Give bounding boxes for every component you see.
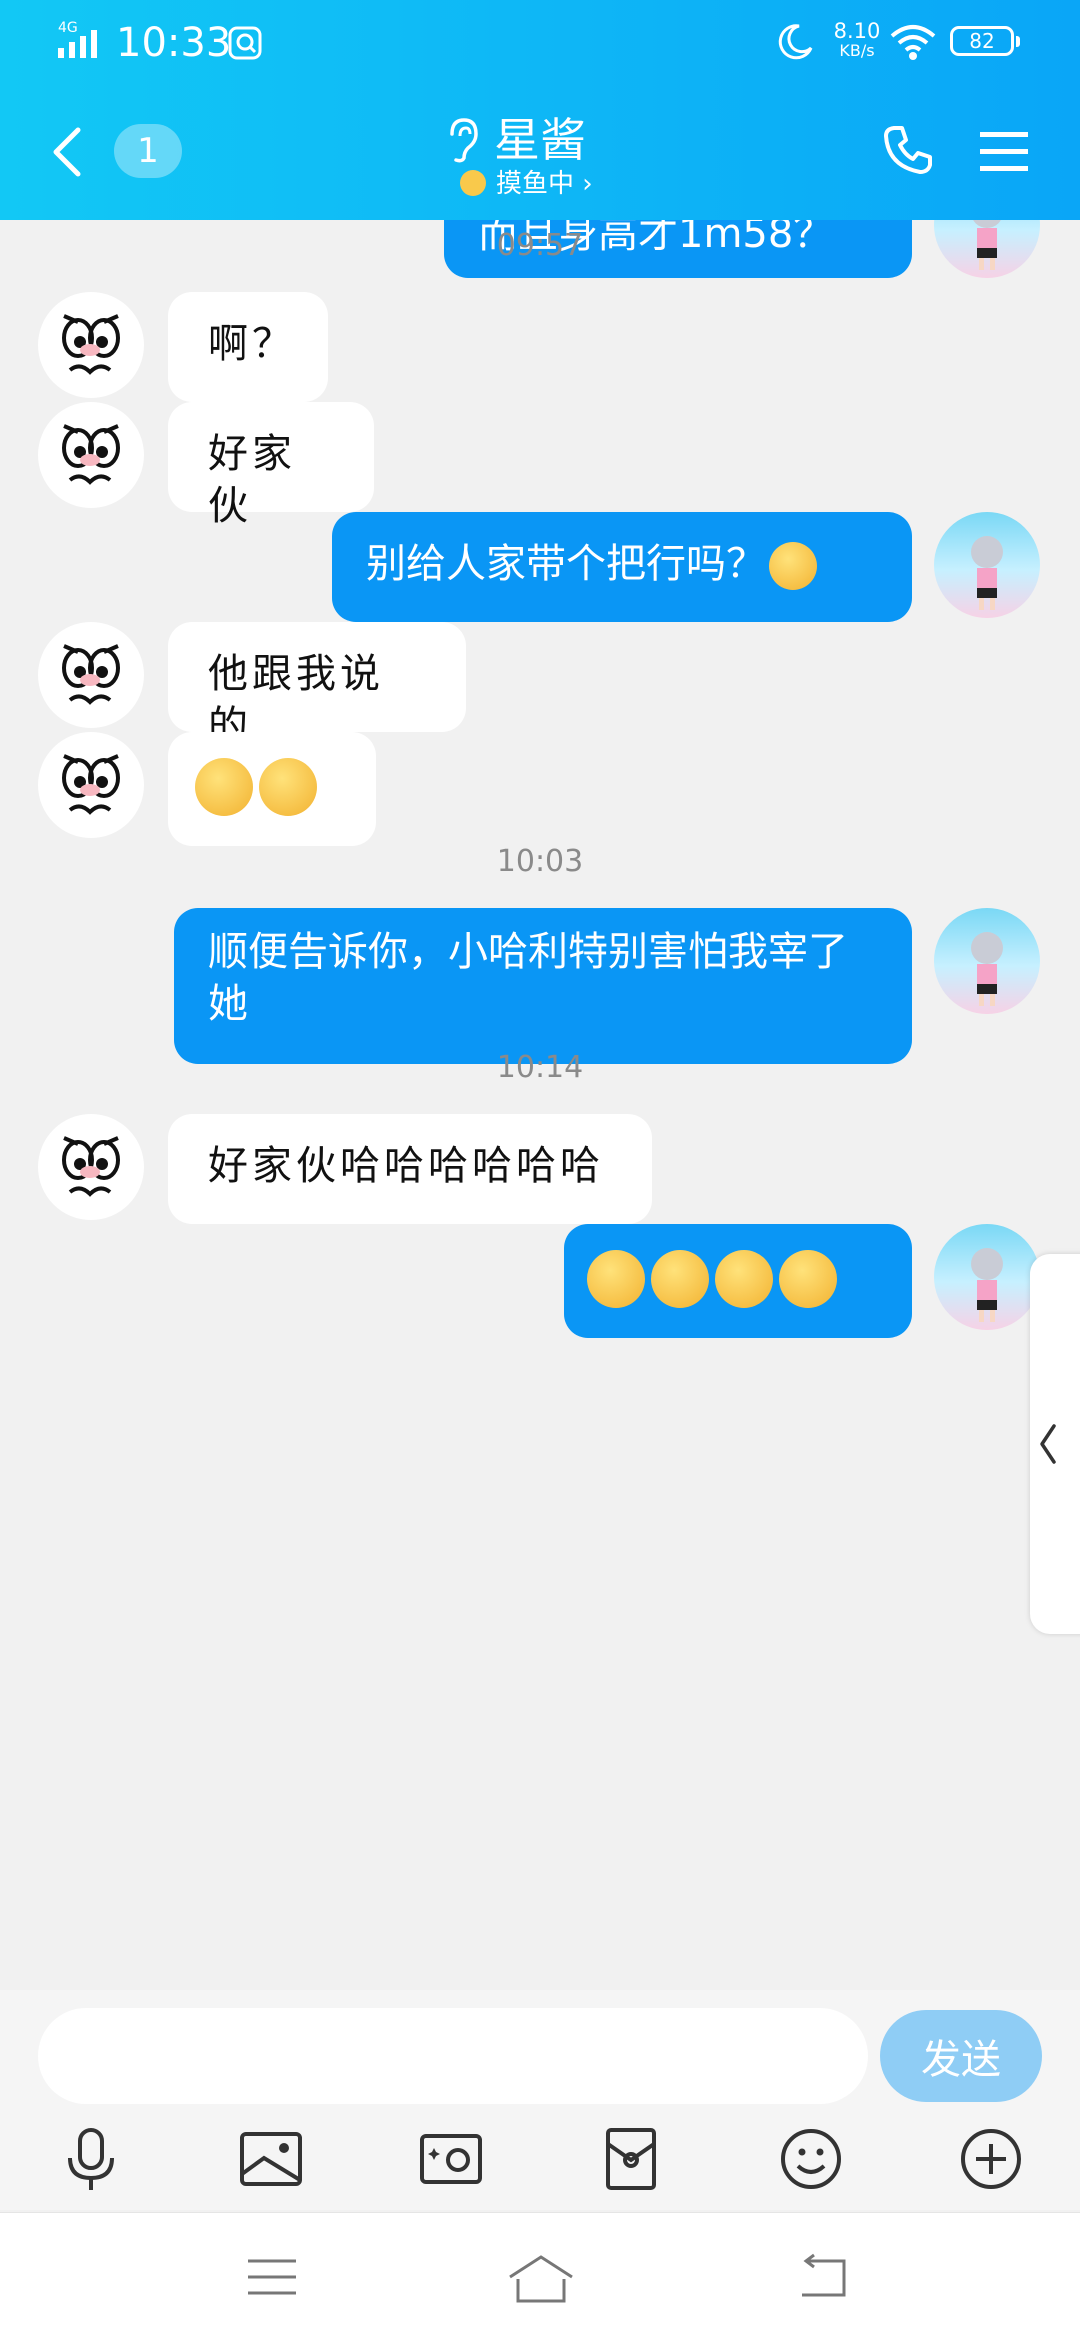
chat-title: 星酱 (494, 113, 586, 167)
chat-title-area[interactable]: 星酱 摸鱼中 › (430, 110, 670, 200)
status-bar: 4G 10:33 8.10 KB/s 82 (0, 0, 1080, 80)
anime-girl-avatar-icon (971, 1248, 1003, 1322)
message-text: 好家伙哈哈哈哈哈哈 (208, 1143, 604, 1189)
message-list[interactable]: 而且身高才1m58？ 09:57 啊？ 好家伙 别给人家带个把行吗？ 他跟我说的… (0, 220, 1080, 1990)
system-navigation-bar (0, 2212, 1080, 2341)
message-timestamp: 10:03 (496, 844, 584, 879)
nav-home-button[interactable] (506, 2253, 576, 2309)
my-avatar[interactable] (934, 512, 1040, 618)
chevron-left-icon (53, 127, 81, 177)
plus-icon (961, 2129, 1021, 2189)
message-bubble-incoming[interactable] (168, 732, 376, 846)
phone-icon (884, 126, 932, 174)
crying-laugh-emoji-icon (769, 542, 817, 590)
more-button[interactable] (956, 2124, 1026, 2194)
crying-laugh-emoji-icon (715, 1250, 773, 1308)
red-packet-icon (606, 2128, 656, 2190)
chat-menu-button[interactable] (976, 128, 1032, 180)
crying-laugh-emoji-icon (587, 1250, 645, 1308)
nav-back-button[interactable] (794, 2253, 854, 2305)
back-button[interactable] (48, 122, 98, 182)
message-text: 啊？ (208, 321, 296, 367)
message-text: 好家伙 (208, 431, 296, 529)
message-bubble-incoming[interactable]: 好家伙 (168, 402, 374, 529)
message-bubble-incoming[interactable]: 好家伙哈哈哈哈哈哈 (168, 1114, 652, 1224)
emoji-button[interactable] (776, 2124, 846, 2194)
cartoon-face-avatar-icon (62, 644, 120, 705)
home-icon (509, 2255, 573, 2303)
phone-call-button[interactable] (880, 122, 936, 182)
message-timestamp: 10:14 (496, 1050, 584, 1085)
emoji-icon (781, 2129, 841, 2189)
ear-icon (442, 114, 482, 168)
camera-icon (420, 2134, 482, 2184)
friend-avatar[interactable] (38, 622, 144, 728)
wifi-icon (888, 22, 938, 66)
microphone-icon (68, 2128, 114, 2190)
signal-icon: 4G (58, 18, 114, 66)
battery-indicator: 82 (950, 26, 1020, 56)
my-avatar[interactable] (934, 1224, 1040, 1330)
side-panel-handle[interactable] (1030, 1254, 1080, 1634)
message-text: 顺便告诉你，小哈利特别害怕我宰了她 (208, 929, 848, 1027)
message-bubble-incoming[interactable]: 啊？ (168, 292, 328, 402)
friend-avatar[interactable] (38, 402, 144, 508)
picture-icon (240, 2132, 302, 2186)
message-text: 别给人家带个把行吗？ (366, 541, 766, 587)
cartoon-face-avatar-icon (62, 424, 120, 485)
network-speed: 8.10 KB/s (833, 19, 881, 60)
message-bubble-outgoing[interactable]: 别给人家带个把行吗？ (332, 512, 912, 622)
voice-button[interactable] (56, 2124, 126, 2194)
chat-header: 4G 10:33 8.10 KB/s 82 1 星酱 摸鱼中 › (0, 0, 1080, 220)
status-emoji-icon (460, 170, 486, 196)
red-packet-button[interactable] (596, 2124, 666, 2194)
friend-avatar[interactable] (38, 1114, 144, 1220)
friend-status-text: 摸鱼中 › (496, 169, 593, 199)
crying-laugh-emoji-icon (651, 1250, 709, 1308)
cartoon-face-avatar-icon (62, 314, 120, 375)
friend-avatar[interactable] (38, 732, 144, 838)
friend-status[interactable]: 摸鱼中 › (460, 166, 593, 202)
menu-icon (248, 2259, 296, 2295)
message-bubble-outgoing[interactable] (564, 1224, 912, 1338)
status-time: 10:33 (116, 20, 232, 66)
moon-icon (775, 22, 815, 66)
unread-count-badge[interactable]: 1 (114, 124, 182, 178)
back-icon (802, 2253, 846, 2297)
message-bubble-incoming[interactable]: 他跟我说的 (168, 622, 466, 749)
message-bubble-outgoing[interactable]: 顺便告诉你，小哈利特别害怕我宰了她 (174, 908, 912, 1064)
unamused-emoji-icon (259, 758, 317, 816)
cartoon-face-avatar-icon (62, 1136, 120, 1197)
anime-girl-avatar-icon (971, 932, 1003, 1006)
crying-laugh-emoji-icon (779, 1250, 837, 1308)
anime-girl-avatar-icon (971, 536, 1003, 610)
message-input[interactable] (38, 2008, 868, 2104)
message-timestamp: 09:57 (496, 228, 584, 263)
my-avatar[interactable] (934, 908, 1040, 1014)
app-notification-icon (228, 26, 262, 64)
input-area: 发送 (0, 1990, 1080, 2210)
unamused-emoji-icon (195, 758, 253, 816)
hamburger-menu-icon (980, 132, 1028, 171)
friend-avatar[interactable] (38, 292, 144, 398)
nav-menu-button[interactable] (244, 2253, 300, 2305)
cartoon-face-avatar-icon (62, 754, 120, 815)
chevron-left-icon (1040, 1424, 1056, 1464)
svg-text:4G: 4G (58, 20, 78, 36)
picture-button[interactable] (236, 2124, 306, 2194)
camera-button[interactable] (416, 2124, 486, 2194)
send-button[interactable]: 发送 (880, 2010, 1042, 2102)
